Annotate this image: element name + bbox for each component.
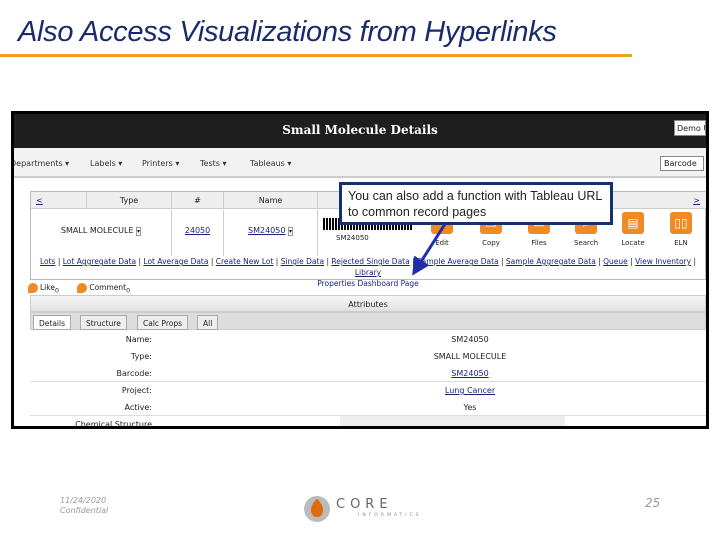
tab-all[interactable]: All	[197, 315, 219, 330]
core-logo-icon	[304, 496, 330, 522]
chemical-structure-image	[340, 416, 565, 426]
logo-text: CORE	[336, 497, 393, 512]
tab-calc-props[interactable]: Calc Props	[137, 315, 188, 330]
slide-title: Also Access Visualizations from Hyperlin…	[18, 16, 557, 48]
num-cell: 24050	[172, 210, 224, 256]
app-screenshot: Small Molecule Details Demo U Department…	[11, 111, 709, 429]
tab-details[interactable]: Details	[33, 315, 72, 330]
nav-bar: Departments ▾ Labels ▾ Printers ▾ Tests …	[14, 148, 706, 178]
social-bar: Like0 Comment0	[28, 283, 130, 295]
link-lot-average[interactable]: Lot Average Data	[143, 257, 208, 266]
link-single-data[interactable]: Single Data	[281, 257, 324, 266]
link-create-lot[interactable]: Create New Lot	[216, 257, 274, 266]
num-link[interactable]: 24050	[185, 226, 210, 235]
book-icon: ▯▯	[670, 212, 692, 234]
attr-row-type: Type: SMALL MOLECULE	[130, 352, 507, 361]
link-rejected[interactable]: Rejected Single Data	[331, 257, 409, 266]
attribute-tabs: Details Structure Calc Props All	[30, 312, 706, 330]
name-header: Name	[224, 192, 318, 209]
nav-tableaus[interactable]: Tableaus ▾	[250, 159, 291, 168]
record-links: Lots | Lot Aggregate Data | Lot Average …	[39, 257, 696, 288]
type-dropdown[interactable]: ▾	[136, 227, 142, 236]
nav-labels[interactable]: Labels ▾	[90, 159, 122, 168]
type-value: SMALL MOLECULE	[60, 226, 134, 235]
link-queue[interactable]: Queue	[603, 257, 628, 266]
prev-button[interactable]: <	[31, 192, 87, 209]
attributes-header: Attributes	[30, 295, 706, 312]
title-underline	[0, 54, 632, 57]
name-dropdown[interactable]: ▾	[287, 227, 293, 236]
name-link[interactable]: SM24050	[248, 226, 285, 235]
page-number: 25	[645, 496, 661, 510]
link-lots[interactable]: Lots	[40, 257, 55, 266]
user-button[interactable]: Demo U	[674, 120, 706, 136]
type-cell: SMALL MOLECULE ▾	[31, 210, 172, 256]
nav-printers[interactable]: Printers ▾	[142, 159, 179, 168]
link-properties-dashboard[interactable]: Properties Dashboard Page	[317, 279, 419, 288]
link-sample-average[interactable]: Sample Average Data	[417, 257, 499, 266]
attr-row-active: Active: Yes	[30, 399, 706, 416]
footer-date: 11/24/2020 Confidential	[60, 496, 109, 515]
like-button[interactable]: Like0	[28, 283, 59, 295]
heart-icon	[28, 283, 38, 293]
link-sample-aggregate[interactable]: Sample Aggregate Data	[506, 257, 596, 266]
locate-icon: ▤	[622, 212, 644, 234]
barcode-select[interactable]: Barcode	[660, 156, 704, 171]
locate-button[interactable]: ▤ Locate	[610, 212, 656, 247]
nav-tests[interactable]: Tests ▾	[200, 159, 226, 168]
nav-departments[interactable]: Departments ▾	[14, 159, 69, 168]
attr-row-name: Name: SM24050	[125, 335, 489, 344]
name-cell: SM24050 ▾	[224, 210, 318, 256]
link-inventory[interactable]: View Inventory	[635, 257, 691, 266]
attr-row-barcode: Barcode: SM24050	[30, 365, 706, 382]
eln-button[interactable]: ▯▯ ELN	[658, 212, 704, 247]
tab-structure[interactable]: Structure	[80, 315, 127, 330]
page-title: Small Molecule Details	[282, 123, 438, 137]
comment-button[interactable]: Comment0	[77, 283, 130, 295]
link-lot-aggregate[interactable]: Lot Aggregate Data	[63, 257, 136, 266]
logo-subtext: INFORMATICS	[358, 513, 422, 518]
callout-box: You can also add a function with Tableau…	[339, 182, 613, 225]
link-library[interactable]: Library	[355, 268, 381, 277]
app-header: Small Molecule Details Demo U	[14, 114, 706, 148]
attr-row-project: Project: Lung Cancer	[121, 386, 496, 395]
type-header: Type	[87, 192, 172, 209]
barcode-text: SM24050	[336, 234, 369, 242]
num-header: #	[172, 192, 224, 209]
comment-icon	[77, 283, 88, 293]
